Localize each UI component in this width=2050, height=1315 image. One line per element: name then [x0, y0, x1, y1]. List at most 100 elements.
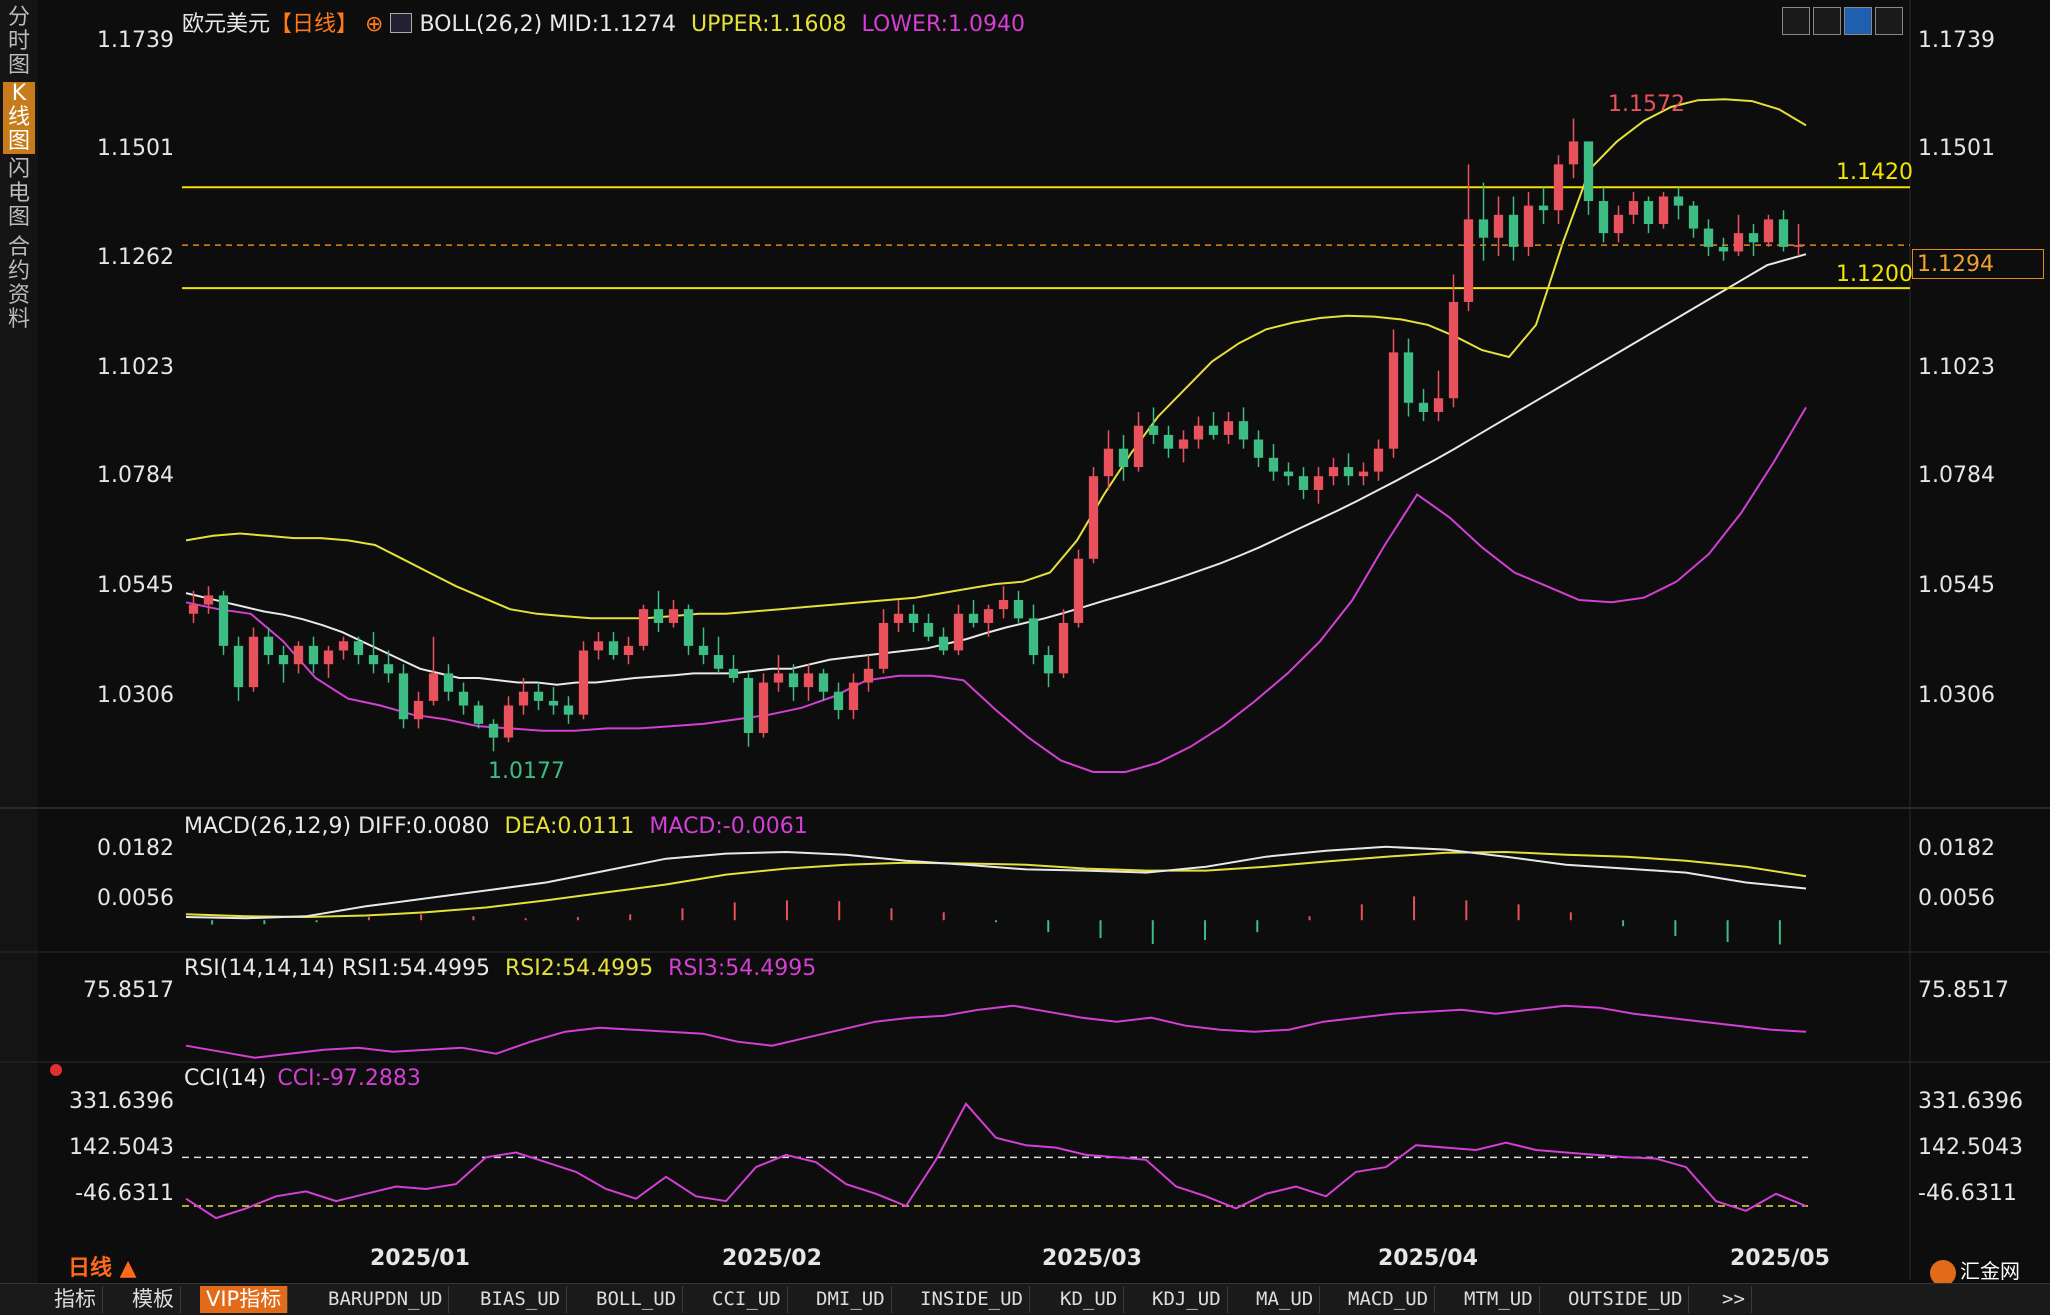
cci-header: CCI(14) CCI:-97.2883	[184, 1066, 421, 1091]
tab-vip-indicators[interactable]: VIP指标	[200, 1286, 289, 1313]
tab-kd[interactable]: KD_UD	[1054, 1286, 1125, 1313]
price-tick-left: 1.1739	[97, 28, 174, 53]
boll-mid: MID:1.1274	[549, 12, 676, 37]
candle-body	[413, 700, 424, 720]
grid-tool-icon[interactable]	[1782, 7, 1810, 35]
candle-body	[518, 691, 529, 706]
cci-title: CCI(14)	[184, 1066, 267, 1091]
tab-outside[interactable]: OUTSIDE_UD	[1562, 1286, 1690, 1313]
candle-body	[788, 673, 799, 688]
price-tick-right: 1.1739	[1918, 28, 1995, 53]
candle-body	[1463, 219, 1474, 302]
tab-cci[interactable]: CCI_UD	[706, 1286, 788, 1313]
tab-kdj[interactable]: KDJ_UD	[1146, 1286, 1228, 1313]
boll-mid-line	[185, 253, 1807, 686]
cci-tick-left: -46.6311	[75, 1181, 174, 1206]
boll-upper: UPPER:1.1608	[690, 12, 847, 37]
tab-inside[interactable]: INSIDE_UD	[914, 1286, 1030, 1313]
rsi-panel	[185, 1004, 1807, 1059]
candle-body	[1388, 352, 1399, 449]
candle-body	[1313, 476, 1324, 490]
boll-lower-line	[185, 406, 1807, 773]
tab-macd[interactable]: MACD_UD	[1342, 1286, 1436, 1313]
price-tick-left: 1.0784	[97, 463, 174, 488]
candle-body	[758, 682, 769, 733]
candle-body	[1343, 467, 1354, 477]
cci-tick-right: 331.6396	[1918, 1089, 2023, 1114]
candle-body	[1013, 600, 1024, 619]
alert-dot-icon[interactable]	[50, 1064, 62, 1076]
candle-body	[1763, 219, 1774, 243]
candle-body	[1373, 448, 1384, 472]
rsi-header: RSI(14,14,14) RSI1:54.4995 RSI2:54.4995 …	[184, 956, 816, 981]
high-label: 1.1572	[1608, 92, 1685, 117]
tab-dmi[interactable]: DMI_UD	[810, 1286, 892, 1313]
candle-body	[1613, 214, 1624, 234]
macd-dea: DEA:0.0111	[504, 814, 635, 839]
tab-indicators[interactable]: 指标	[48, 1286, 103, 1313]
candle-body	[1448, 301, 1459, 399]
tab-bias[interactable]: BIAS_UD	[474, 1286, 568, 1313]
candle-body	[533, 691, 544, 701]
candle-body	[833, 691, 844, 711]
candle-body	[1703, 228, 1714, 247]
chart-canvas[interactable]	[0, 0, 2050, 1314]
candle-body	[458, 691, 469, 706]
macd-header: MACD(26,12,9) DIFF:0.0080 DEA:0.0111 MAC…	[184, 814, 808, 839]
diff-line	[185, 845, 1807, 920]
tab-templates[interactable]: 模板	[126, 1286, 181, 1313]
crosshair-icon[interactable]: ⊕	[365, 12, 383, 37]
x-tick: 2025/01	[370, 1246, 470, 1271]
price-tick-right: 1.1501	[1918, 136, 1995, 161]
candle-body	[338, 641, 349, 651]
candle-body	[263, 636, 274, 656]
candle-body	[713, 655, 724, 669]
x-tick: 2025/05	[1730, 1246, 1830, 1271]
candle-body	[1253, 439, 1264, 458]
price-tick-right: 1.0545	[1918, 573, 1995, 598]
candle-body	[1283, 471, 1294, 477]
candle-body	[353, 641, 364, 656]
candle-body	[1583, 141, 1594, 202]
price-tick-right: 1.0784	[1918, 463, 1995, 488]
candle-body	[578, 650, 589, 715]
candle-body	[1178, 439, 1189, 449]
cci-tick-left: 142.5043	[69, 1135, 174, 1160]
line-tool-icon[interactable]	[1844, 7, 1872, 35]
period-selector[interactable]: 日线 ▲	[68, 1250, 137, 1282]
candle-body	[968, 613, 979, 623]
rsi1-value: RSI1:54.4995	[341, 956, 490, 981]
candle-body	[1733, 233, 1744, 252]
price-tick-left: 1.0306	[97, 683, 174, 708]
candle-body	[1538, 205, 1549, 211]
candle-body	[563, 705, 574, 715]
candle-body	[1718, 246, 1729, 252]
period-tag[interactable]: 【日线】	[270, 12, 358, 37]
tab-ma[interactable]: MA_UD	[1250, 1286, 1321, 1313]
candle-body	[623, 645, 634, 656]
price-tick-right: 1.1023	[1918, 355, 1995, 380]
bar-tool-icon[interactable]	[1813, 7, 1841, 35]
dea-line	[185, 850, 1807, 919]
logo-icon	[1930, 1259, 1956, 1286]
candle-tool-icon[interactable]	[1875, 7, 1903, 35]
candle-body	[278, 655, 289, 665]
candle-body	[1628, 201, 1639, 215]
price-tick-left: 1.1501	[97, 136, 174, 161]
candle-body	[398, 673, 409, 720]
cci-line	[185, 1102, 1807, 1220]
tab-barupdn[interactable]: BARUPDN_UD	[322, 1286, 450, 1313]
tab-boll[interactable]: BOLL_UD	[590, 1286, 684, 1313]
candle-body	[1493, 214, 1504, 238]
cci-tick-left: 331.6396	[69, 1089, 174, 1114]
indicator-tab-bar: 指标 模板 VIP指标 BARUPDN_UD BIAS_UD BOLL_UD C…	[0, 1283, 2050, 1315]
tab-more[interactable]: >>	[1716, 1286, 1752, 1313]
resistance-label: 1.1420	[1836, 160, 1913, 185]
candle-body	[1568, 141, 1579, 165]
candle-body	[248, 636, 259, 688]
tab-mtm[interactable]: MTM_UD	[1458, 1286, 1540, 1313]
rsi2-value: RSI2:54.4995	[505, 956, 654, 981]
x-tick: 2025/04	[1378, 1246, 1478, 1271]
candle-body	[233, 645, 244, 688]
candle-series	[188, 118, 1804, 752]
